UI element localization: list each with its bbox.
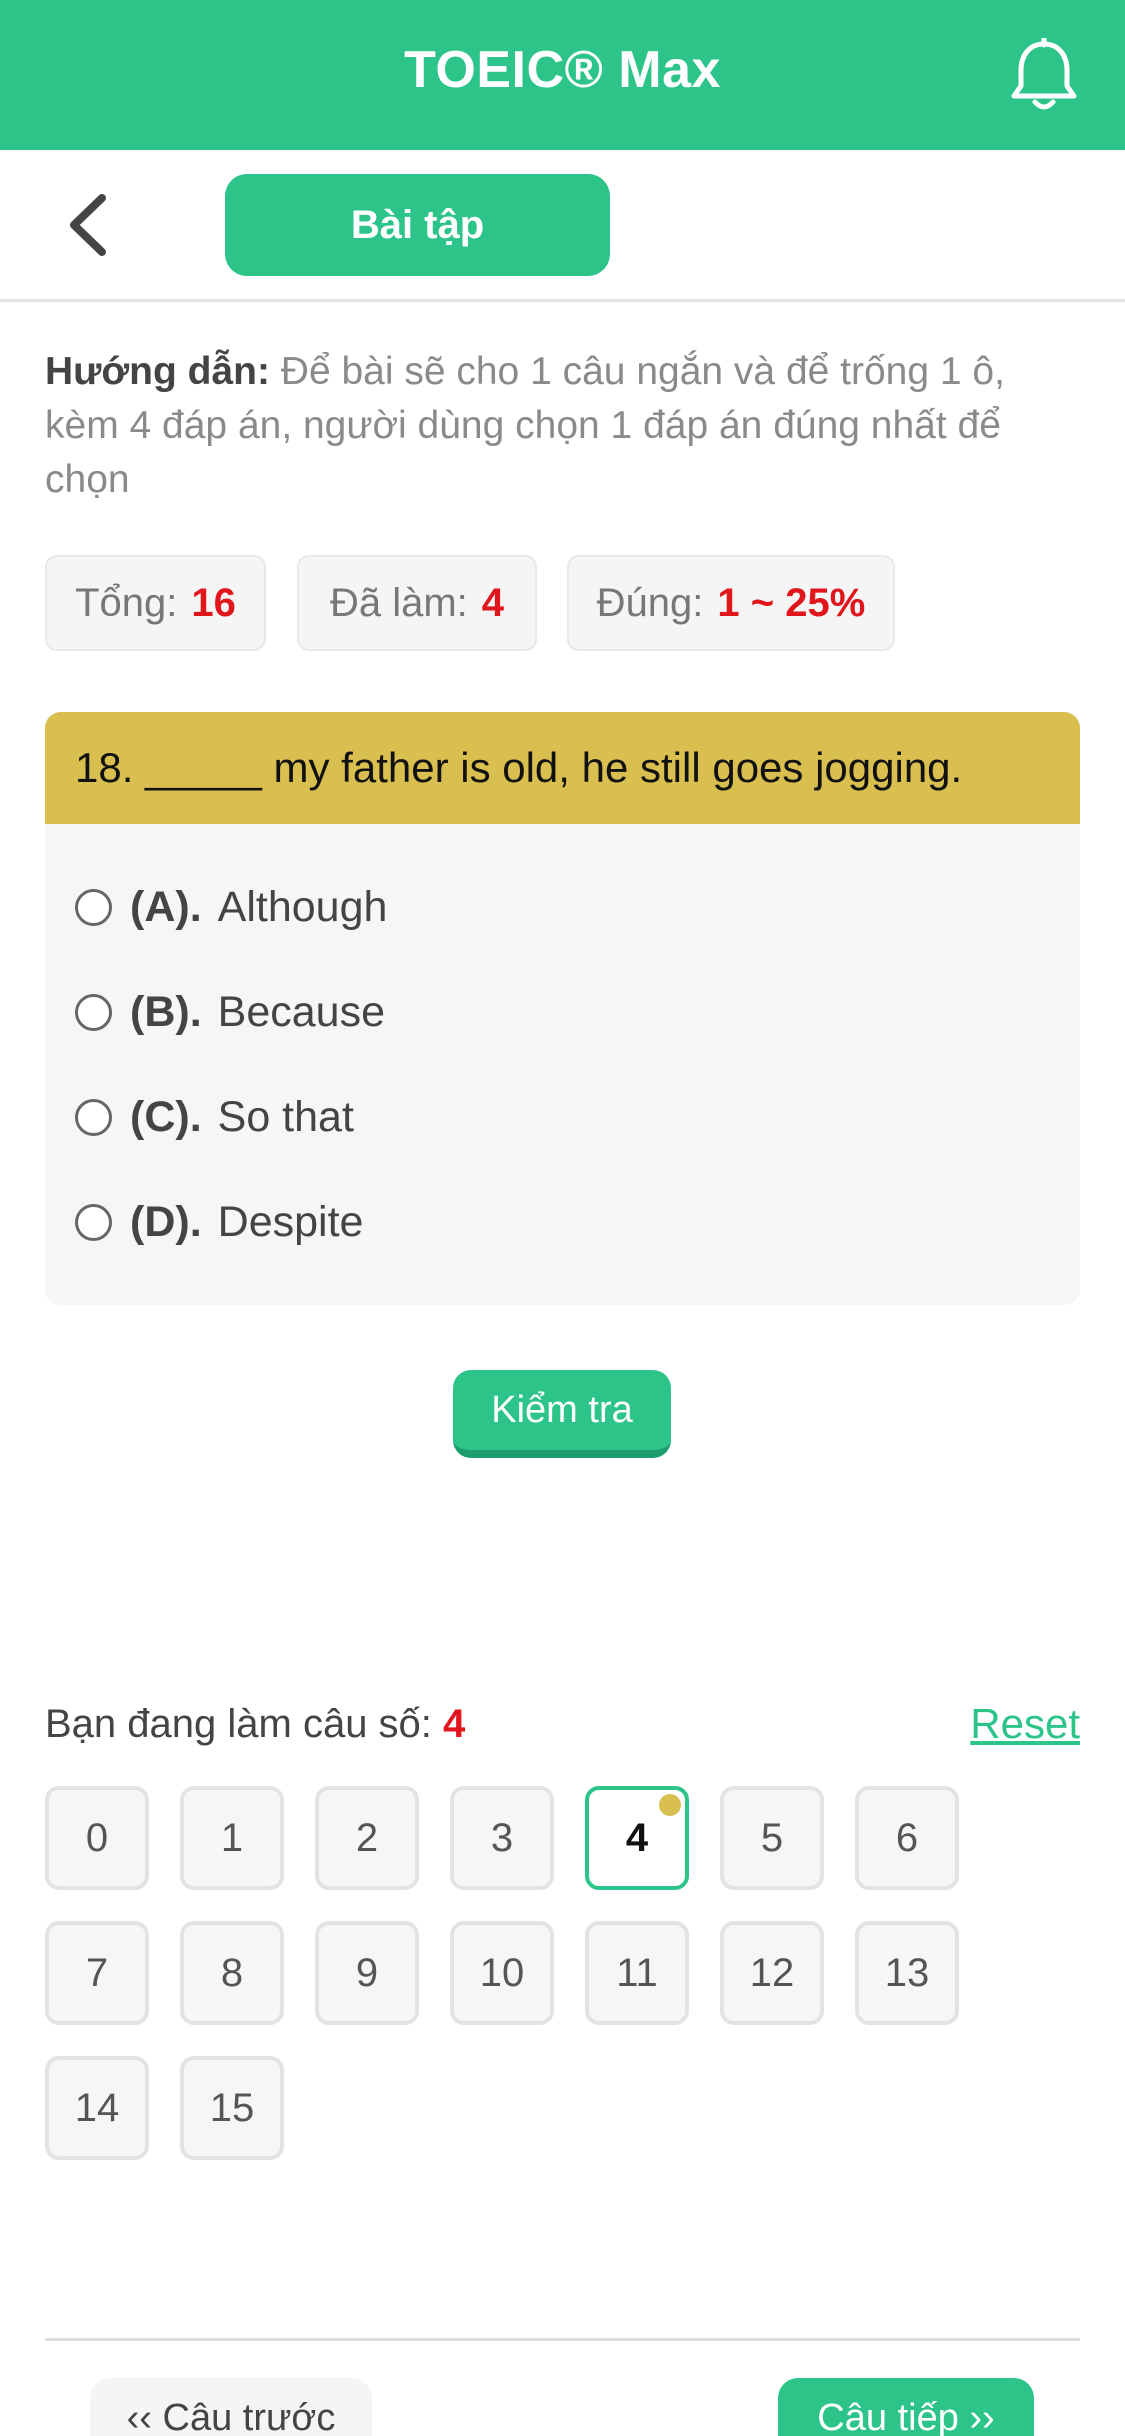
question-number-label: 9 [355,1950,379,1995]
stat-correct: Đúng: 1 ~ 25% [567,555,895,651]
option-letter: (C). [130,1092,202,1141]
option-d[interactable]: (D). Despite [75,1187,363,1257]
question-text: 18. _____ my father is old, he still goe… [45,712,1080,824]
question-number-label: 7 [85,1950,109,1995]
radio-button[interactable] [75,993,112,1031]
stat-total-label: Tổng: [75,580,178,625]
option-letter: (D). [130,1197,202,1246]
reset-link[interactable]: Reset [970,1700,1080,1748]
stat-done-value: 4 [481,580,505,625]
instructions-label: Hướng dẫn: [45,350,270,393]
question-number-label: 4 [625,1815,649,1860]
stat-correct-value: 1 ~ 25% [717,580,866,625]
question-number-13[interactable]: 13 [855,1921,959,2025]
question-number-label: 1 [220,1815,244,1860]
question-number-label: 0 [85,1815,109,1860]
question-number-label: 14 [74,2085,120,2130]
radio-button[interactable] [75,888,112,926]
question-number-12[interactable]: 12 [720,1921,824,2025]
tab-exercises[interactable]: Bài tập [225,174,610,276]
question-number-4[interactable]: 4 [585,1786,689,1890]
question-number-label: 10 [479,1950,525,1995]
question-number-label: 2 [355,1815,379,1860]
question-number-2[interactable]: 2 [315,1786,419,1890]
question-number-label: 11 [616,1950,658,1995]
option-text: So that [217,1092,354,1141]
question-number-6[interactable]: 6 [855,1786,959,1890]
option-b[interactable]: (B). Because [75,977,385,1047]
divider [45,2338,1080,2341]
option-text: Because [217,987,385,1036]
back-button[interactable] [60,190,120,260]
radio-button[interactable] [75,1203,112,1241]
app-title: TOEIC® Max [404,41,721,99]
question-number-8[interactable]: 8 [180,1921,284,2025]
question-number-11[interactable]: 11 [585,1921,689,2025]
bell-icon[interactable] [1009,36,1079,114]
option-c[interactable]: (C). So that [75,1082,354,1152]
current-question-label: Bạn đang làm câu số: 4 [45,1702,465,1747]
question-number-0[interactable]: 0 [45,1786,149,1890]
option-letter: (A). [130,882,202,931]
app-header: TOEIC® Max [0,0,1125,150]
instructions: Hướng dẫn: Để bài sẽ cho 1 câu ngắn và đ… [45,345,1085,507]
option-letter: (B). [130,987,202,1036]
current-question-number: 4 [443,1702,466,1746]
question-number-label: 8 [220,1950,244,1995]
question-number-9[interactable]: 9 [315,1921,419,2025]
question-card: 18. _____ my father is old, he still goe… [45,712,1080,1305]
previous-question-button[interactable]: ‹‹ Câu trước [90,2378,372,2436]
option-text: Although [217,882,388,931]
option-text: Despite [217,1197,364,1246]
question-number-label: 13 [884,1950,930,1995]
question-number-label: 5 [760,1815,784,1860]
chevron-left-icon [70,194,106,256]
question-number-1[interactable]: 1 [180,1786,284,1890]
stat-done-label: Đã làm: [329,580,468,625]
stat-done: Đã làm: 4 [297,555,537,651]
question-number-5[interactable]: 5 [720,1786,824,1890]
question-number-15[interactable]: 15 [180,2056,284,2160]
current-question-text: Bạn đang làm câu số: [45,1702,432,1746]
current-indicator-dot [659,1794,681,1816]
sub-navigation: Bài tập [0,150,1125,302]
question-number-3[interactable]: 3 [450,1786,554,1890]
next-question-button[interactable]: Câu tiếp ›› [778,2378,1034,2436]
question-number-label: 3 [490,1815,514,1860]
question-number-label: 12 [749,1950,795,1995]
option-a[interactable]: (A). Although [75,872,387,942]
stat-total: Tổng: 16 [45,555,266,651]
question-number-label: 15 [209,2085,255,2130]
question-number-7[interactable]: 7 [45,1921,149,2025]
radio-button[interactable] [75,1098,112,1136]
stat-total-value: 16 [191,580,236,625]
question-number-label: 6 [895,1815,919,1860]
question-number-10[interactable]: 10 [450,1921,554,2025]
question-number-14[interactable]: 14 [45,2056,149,2160]
check-answer-button[interactable]: Kiểm tra [453,1370,671,1458]
stat-correct-label: Đúng: [596,580,704,625]
